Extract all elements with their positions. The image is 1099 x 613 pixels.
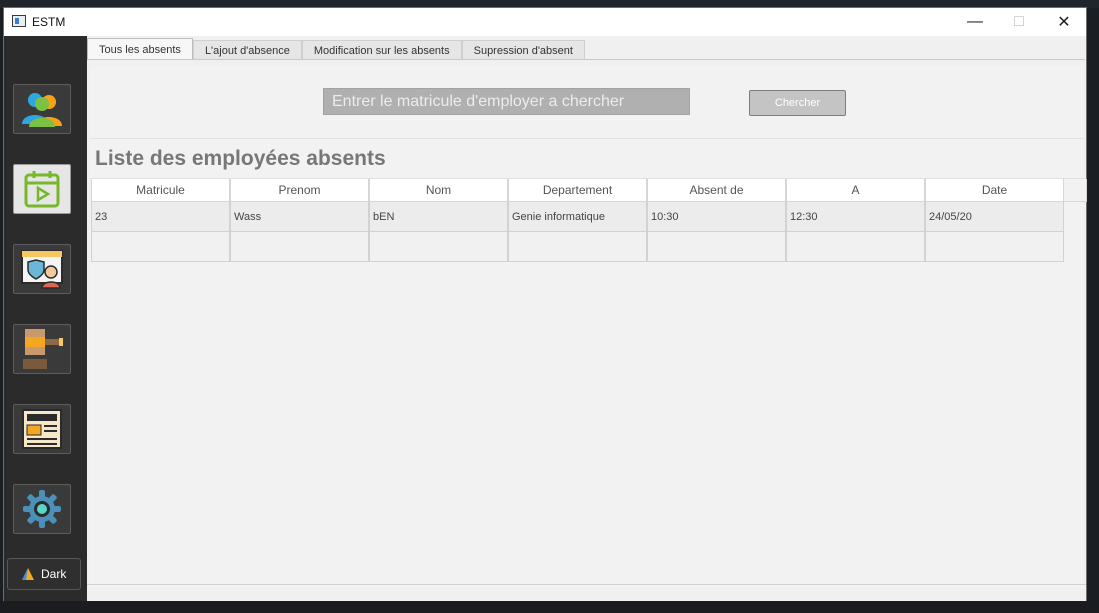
table-header: Matricule Prenom Nom Departement Absent …: [91, 179, 1087, 202]
empty-cell: [786, 232, 925, 262]
empty-cell: [647, 232, 786, 262]
empty-cell: [230, 232, 369, 262]
table-row[interactable]: 23 Wass bEN Genie informatique 10:30 12:…: [91, 202, 1087, 232]
newspaper-icon: [22, 409, 62, 449]
cell-matricule: 23: [91, 202, 230, 232]
column-header-nom[interactable]: Nom: [369, 179, 508, 202]
sidebar-item-sanctions[interactable]: [13, 324, 71, 374]
sidebar-item-employee-info[interactable]: [13, 244, 71, 294]
column-header-departement[interactable]: Departement: [508, 179, 647, 202]
matricule-search-input[interactable]: [323, 88, 690, 115]
close-button[interactable]: ✕: [1041, 8, 1087, 36]
theme-toggle-button[interactable]: Dark: [7, 558, 81, 590]
desktop-taskbar-strip: [0, 601, 1099, 613]
column-header-absent-de[interactable]: Absent de: [647, 179, 786, 202]
status-divider: [87, 584, 1086, 585]
absents-table: Matricule Prenom Nom Departement Absent …: [91, 179, 1087, 262]
search-row: Chercher: [90, 66, 1084, 139]
cell-departement: Genie informatique: [508, 202, 647, 232]
cell-nom: bEN: [369, 202, 508, 232]
app-icon: [12, 15, 26, 27]
empty-cell: [508, 232, 647, 262]
column-header-matricule[interactable]: Matricule: [91, 179, 230, 202]
cell-prenom: Wass: [230, 202, 369, 232]
sidebar: Dark: [4, 36, 87, 602]
app-window: ESTM — □ ✕ Dark Tous les absents L'ajout…: [3, 7, 1087, 603]
cell-date: 24/05/20: [925, 202, 1064, 232]
tab-all-absents[interactable]: Tous les absents: [87, 38, 193, 60]
window-title: ESTM: [32, 15, 66, 29]
table-row-empty[interactable]: [91, 232, 1087, 262]
title-bar: ESTM — □ ✕: [4, 8, 1086, 36]
sidebar-item-news[interactable]: [13, 404, 71, 454]
gavel-icon: [23, 329, 63, 369]
tab-delete-absent[interactable]: Supression d'absent: [461, 40, 585, 60]
column-header-a[interactable]: A: [786, 179, 925, 202]
empty-cell: [925, 232, 1064, 262]
sidebar-item-absences[interactable]: [13, 164, 71, 214]
empty-cell: [91, 232, 230, 262]
sidebar-item-settings[interactable]: [13, 484, 71, 534]
column-header-date[interactable]: Date: [925, 179, 1064, 202]
tab-divider: [87, 59, 1085, 60]
tab-add-absence[interactable]: L'ajout d'absence: [192, 40, 302, 60]
users-icon: [22, 93, 62, 127]
gear-icon: [23, 490, 61, 528]
cell-absent-de: 10:30: [647, 202, 786, 232]
theme-toggle-icon: [22, 568, 34, 580]
empty-cell: [369, 232, 508, 262]
header-filler: [1064, 179, 1087, 202]
calendar-play-icon: [24, 171, 60, 208]
column-header-prenom[interactable]: Prenom: [230, 179, 369, 202]
minimize-button[interactable]: —: [952, 8, 998, 36]
search-button[interactable]: Chercher: [749, 90, 846, 116]
cell-a: 12:30: [786, 202, 925, 232]
theme-toggle-label: Dark: [41, 567, 67, 581]
maximize-button[interactable]: □: [996, 8, 1042, 36]
sidebar-item-employees[interactable]: [13, 84, 71, 134]
list-title: Liste des employées absents: [95, 147, 386, 170]
security-officer-icon: [21, 250, 63, 289]
tab-bar: Tous les absents L'ajout d'absence Modif…: [87, 38, 585, 60]
tab-edit-absents[interactable]: Modification sur les absents: [301, 40, 462, 60]
absents-panel: Chercher Liste des employées absents Mat…: [90, 66, 1087, 588]
main-content: Tous les absents L'ajout d'absence Modif…: [87, 36, 1087, 602]
